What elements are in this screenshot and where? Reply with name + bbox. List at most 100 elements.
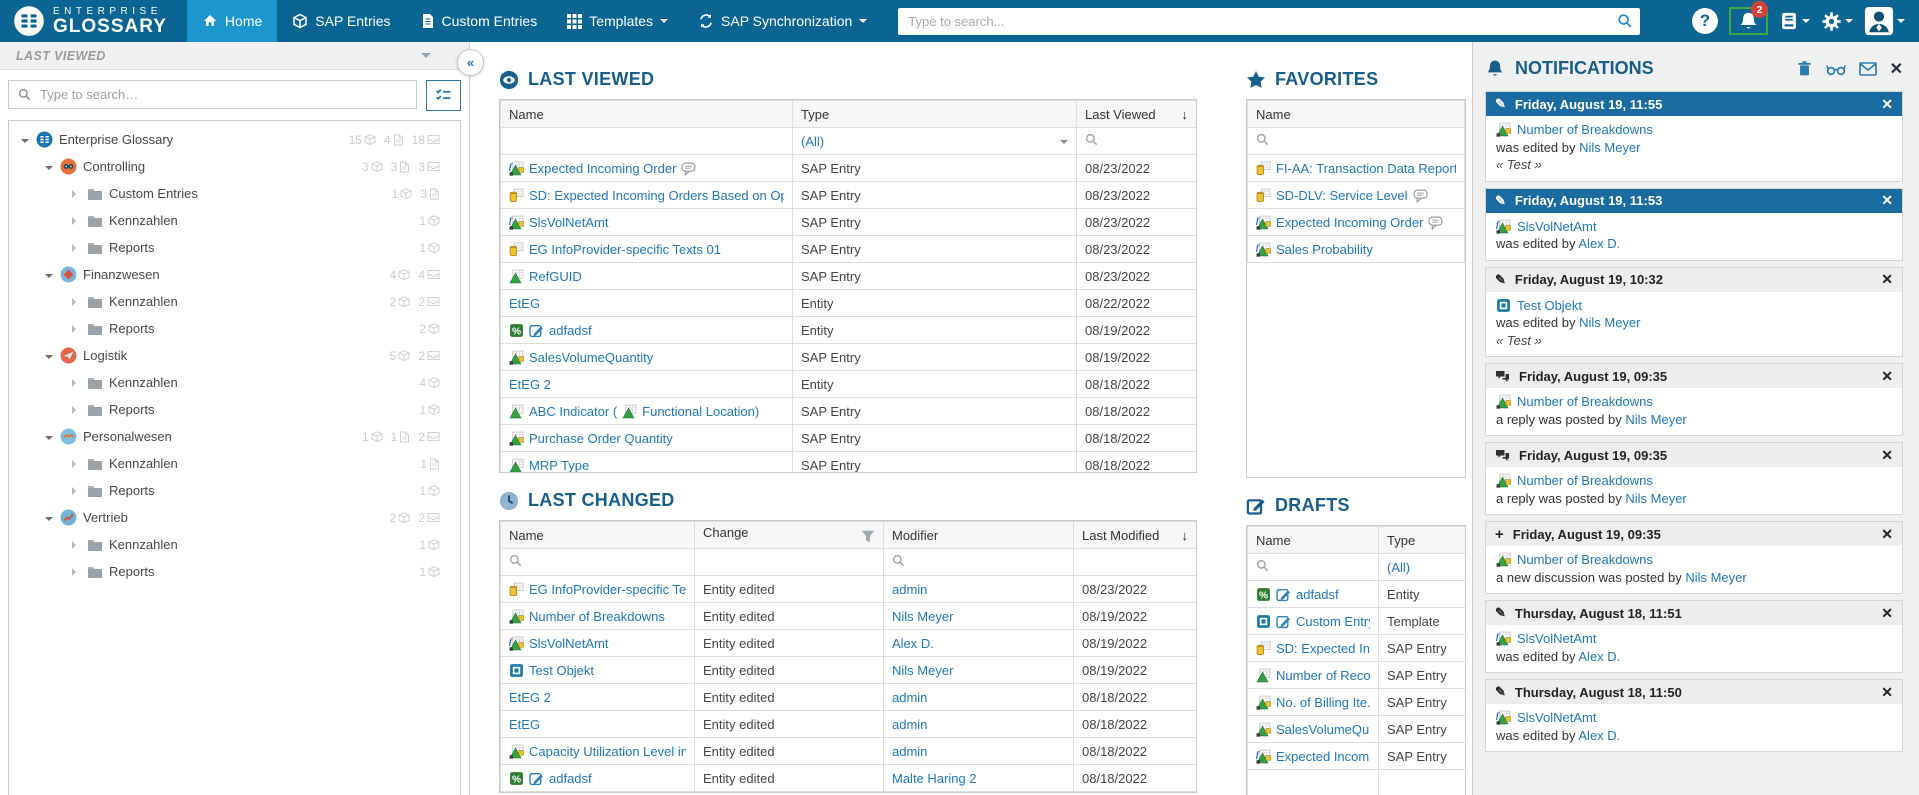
entry-link[interactable]: EtEG 2 <box>509 690 551 705</box>
comment-icon[interactable] <box>681 161 696 176</box>
column-header-name[interactable]: Name <box>1248 101 1465 128</box>
filter-cell-type[interactable]: (All) <box>793 128 1077 155</box>
expand-icon[interactable] <box>72 190 80 198</box>
column-header-name[interactable]: Name <box>501 101 793 128</box>
tree-item-reports[interactable]: Reports1 <box>9 477 460 504</box>
expand-icon[interactable] <box>72 379 80 387</box>
entry-link[interactable]: adfadsf <box>549 771 592 786</box>
table-row[interactable]: EtEG 2Entity08/18/2022 <box>501 371 1197 398</box>
filter-funnel-icon[interactable] <box>861 530 875 546</box>
tree-item-kennzahlen[interactable]: Kennzahlen1 <box>9 450 460 477</box>
sort-desc-icon[interactable]: ↓ <box>1182 528 1189 543</box>
entry-link[interactable]: SD: Expected In... <box>1276 641 1370 656</box>
nav-item-sap-entries[interactable]: SAP Entries <box>277 0 405 42</box>
notification-card[interactable]: ✎Friday, August 19, 10:32✕Test Objektwas… <box>1485 267 1903 358</box>
expand-icon[interactable] <box>72 244 80 252</box>
column-header-date[interactable]: Last Modified↓ <box>1074 522 1197 549</box>
trash-icon[interactable] <box>1796 60 1813 77</box>
user-link[interactable]: Nils Meyer <box>1625 412 1686 427</box>
dismiss-icon[interactable]: ✕ <box>1881 192 1893 209</box>
entry-link[interactable]: SlsVolNetAmt <box>529 215 608 230</box>
entry-link[interactable]: RefGUID <box>529 269 582 284</box>
table-row[interactable]: SD: Expected In...SAP Entry <box>1248 635 1466 662</box>
entry-link[interactable]: ABC Indicator ( <box>529 404 617 419</box>
collapse-icon[interactable] <box>21 139 29 147</box>
tree-item-kennzahlen[interactable]: Kennzahlen4 <box>9 369 460 396</box>
user-link[interactable]: Nils Meyer <box>1625 491 1686 506</box>
user-link[interactable]: Alex D. <box>892 636 934 651</box>
tree-item-reports[interactable]: Reports2 <box>9 315 460 342</box>
filter-cell-name[interactable] <box>1248 554 1379 581</box>
tree-item-kennzahlen[interactable]: Kennzahlen22 <box>9 288 460 315</box>
table-row[interactable]: fSales Probability <box>1248 236 1465 263</box>
settings-button[interactable] <box>1821 11 1853 32</box>
entry-link[interactable]: SlsVolNetAmt <box>1517 630 1596 648</box>
tree-item-reports[interactable]: Reports1 <box>9 558 460 585</box>
entry-link[interactable]: SalesVolumeQu... <box>1276 722 1370 737</box>
entry-link[interactable]: Number of Breakdowns <box>1517 393 1653 411</box>
filter-cell-name[interactable] <box>1248 128 1465 155</box>
user-link[interactable]: Malte Haring 2 <box>892 771 977 786</box>
expand-icon[interactable] <box>72 298 80 306</box>
entry-link[interactable]: EG InfoProvider-specific Te... <box>529 582 686 597</box>
expand-icon[interactable] <box>72 406 80 414</box>
table-row[interactable]: Test ObjektEntity editedNils Meyer08/19/… <box>501 657 1197 684</box>
nav-item-custom-entries[interactable]: Custom Entries <box>406 0 553 42</box>
collapse-icon[interactable] <box>45 166 53 174</box>
notification-card[interactable]: ✎Thursday, August 18, 11:51✕fSlsVolNetAm… <box>1485 600 1903 673</box>
dismiss-icon[interactable]: ✕ <box>1881 526 1893 543</box>
table-row[interactable]: Custom EntryTemplate <box>1248 608 1466 635</box>
filter-cell-type[interactable]: (All) <box>1379 554 1466 581</box>
tree-item-vertrieb[interactable]: Vertrieb22 <box>9 504 460 531</box>
tree-item-kennzahlen[interactable]: Kennzahlen1 <box>9 207 460 234</box>
notifications-button[interactable]: 2 <box>1729 7 1768 35</box>
table-row[interactable]: EtEGEntity editedadmin08/18/2022 <box>501 711 1197 738</box>
table-row[interactable]: SalesVolumeQuantitySAP Entry08/19/2022 <box>501 344 1197 371</box>
entry-link[interactable]: adfadsf <box>1296 587 1339 602</box>
user-link[interactable]: Alex D. <box>1578 728 1620 743</box>
user-link[interactable]: Nils Meyer <box>892 609 953 624</box>
entry-link[interactable]: Number of Breakdowns <box>1517 551 1653 569</box>
entry-link[interactable]: EtEG 2 <box>509 377 551 392</box>
comment-icon[interactable] <box>1413 188 1428 203</box>
column-header-change[interactable]: Change <box>695 522 884 549</box>
table-row[interactable]: EG InfoProvider-specific Te...Entity edi… <box>501 576 1197 603</box>
tree-item-logistik[interactable]: Logistik52 <box>9 342 460 369</box>
type-filter-dropdown[interactable]: (All) <box>1387 560 1410 575</box>
entry-link[interactable]: SalesVolumeQuantity <box>529 350 653 365</box>
tree-item-personalwesen[interactable]: Personalwesen112 <box>9 423 460 450</box>
tree-item-enterprise-glossary[interactable]: Enterprise Glossary15418 <box>9 126 460 153</box>
collapse-icon[interactable] <box>45 355 53 363</box>
filter-cell-name[interactable] <box>501 549 695 576</box>
user-link[interactable]: Alex D. <box>1578 236 1620 251</box>
entry-link[interactable]: Expected Incomi... <box>1276 749 1370 764</box>
entry-link[interactable]: Functional Location) <box>642 404 759 419</box>
table-row[interactable]: fExpected Incoming Order <box>1248 209 1465 236</box>
collapse-icon[interactable] <box>45 436 53 444</box>
user-link[interactable]: Nils Meyer <box>1685 570 1746 585</box>
table-row[interactable]: fExpected Incomi...SAP Entry <box>1248 743 1466 770</box>
filter-cell-modifier[interactable] <box>884 549 1074 576</box>
table-row[interactable]: SD-DLV: Service Level <box>1248 182 1465 209</box>
dismiss-icon[interactable]: ✕ <box>1881 271 1893 288</box>
nav-item-templates[interactable]: Templates <box>552 0 683 42</box>
view-options-button[interactable] <box>426 80 461 111</box>
user-link[interactable]: admin <box>892 582 927 597</box>
notification-card[interactable]: Friday, August 19, 09:35✕Number of Break… <box>1485 442 1903 515</box>
entry-link[interactable]: Test Objekt <box>1517 297 1582 315</box>
notification-card[interactable]: Friday, August 19, 09:35✕Number of Break… <box>1485 363 1903 436</box>
entry-link[interactable]: EtEG <box>509 296 540 311</box>
entry-link[interactable]: EG InfoProvider-specific Texts 01 <box>529 242 721 257</box>
table-row[interactable]: Number of RecordsSAP Entry <box>1248 662 1466 689</box>
entry-link[interactable]: SlsVolNetAmt <box>1517 709 1596 727</box>
entry-link[interactable]: Number of Breakdowns <box>529 609 665 624</box>
table-row[interactable]: RefGUIDSAP Entry08/23/2022 <box>501 263 1197 290</box>
notification-card[interactable]: ✎Friday, August 19, 11:53✕fSlsVolNetAmtw… <box>1485 188 1903 261</box>
table-row[interactable]: Capacity Utilization Level in...Entity e… <box>501 738 1197 765</box>
user-link[interactable]: Alex D. <box>1578 649 1620 664</box>
table-row[interactable]: fSlsVolNetAmtSAP Entry08/23/2022 <box>501 209 1197 236</box>
table-row[interactable]: Purchase Order QuantitySAP Entry08/18/20… <box>501 425 1197 452</box>
notification-card[interactable]: ✎Friday, August 19, 11:55✕Number of Brea… <box>1485 91 1903 182</box>
search-icon[interactable] <box>1617 13 1633 29</box>
table-row[interactable]: EtEGEntity08/22/2022 <box>501 290 1197 317</box>
